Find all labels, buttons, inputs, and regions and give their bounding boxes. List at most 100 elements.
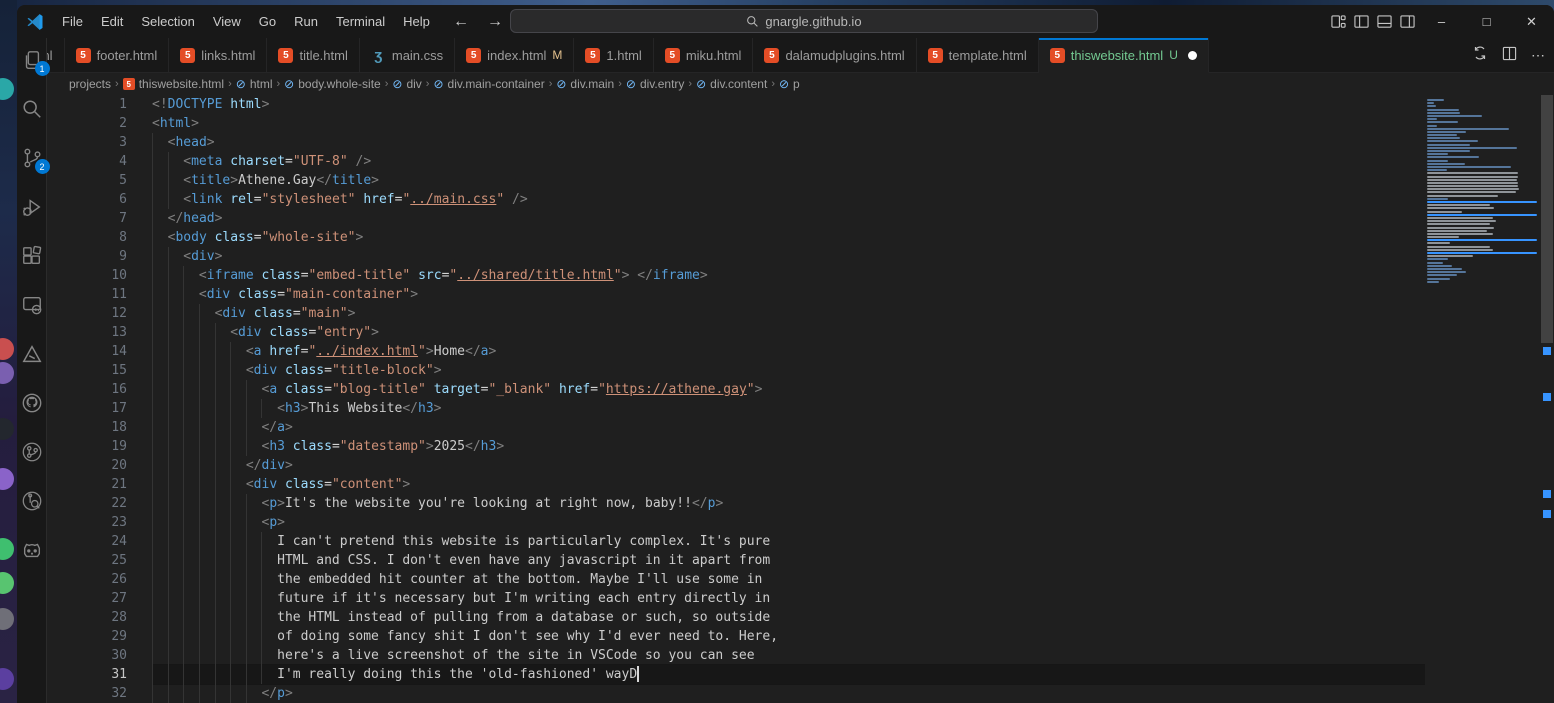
code-line-11[interactable]: <div class="main-container"> <box>152 285 1425 304</box>
line-number[interactable]: 17 <box>47 399 127 418</box>
tab-main.css[interactable]: ʒmain.css <box>360 38 455 72</box>
toggle-sidebar-icon[interactable] <box>1350 5 1373 38</box>
code-line-1[interactable]: <!DOCTYPE html> <box>152 95 1425 114</box>
unsaved-dot-icon[interactable] <box>1188 51 1197 60</box>
menu-terminal[interactable]: Terminal <box>327 5 394 38</box>
code-line-31[interactable]: I'm really doing this the 'old-fashioned… <box>152 665 1425 684</box>
line-number[interactable]: 12 <box>47 304 127 323</box>
toggle-panel-icon[interactable] <box>1373 5 1396 38</box>
code-line-3[interactable]: <head> <box>152 133 1425 152</box>
code-line-12[interactable]: <div class="main"> <box>152 304 1425 323</box>
breadcrumb-item-p[interactable]: ⊘p <box>779 77 800 91</box>
godot-icon[interactable] <box>20 538 44 562</box>
line-number[interactable]: 11 <box>47 285 127 304</box>
line-number[interactable]: 18 <box>47 418 127 437</box>
line-number[interactable]: 8 <box>47 228 127 247</box>
breadcrumb-item-div.main[interactable]: ⊘div.main <box>556 77 614 91</box>
line-number[interactable]: 9 <box>47 247 127 266</box>
tab-dalamudplugins.html[interactable]: 5dalamudplugins.html <box>753 38 916 72</box>
line-number[interactable]: 26 <box>47 570 127 589</box>
breadcrumb-item-thiswebsite.html[interactable]: 5thiswebsite.html <box>123 77 224 91</box>
line-number[interactable]: 22 <box>47 494 127 513</box>
line-number[interactable]: 2 <box>47 114 127 133</box>
line-number[interactable]: 29 <box>47 627 127 646</box>
menu-selection[interactable]: Selection <box>132 5 203 38</box>
source-control-icon[interactable]: 2 <box>20 146 44 170</box>
toggle-secondary-sidebar-icon[interactable] <box>1396 5 1419 38</box>
code-line-19[interactable]: <h3 class="datestamp">2025</h3> <box>152 437 1425 456</box>
github-icon[interactable] <box>20 391 44 415</box>
nav-back-icon[interactable]: ← <box>451 5 471 38</box>
line-number[interactable]: 21 <box>47 475 127 494</box>
code-line-10[interactable]: <iframe class="embed-title" src="../shar… <box>152 266 1425 285</box>
close-button[interactable]: ✕ <box>1509 5 1554 38</box>
tab-footer.html[interactable]: 5footer.html <box>65 38 170 72</box>
line-number[interactable]: 5 <box>47 171 127 190</box>
run-debug-icon[interactable] <box>20 195 44 219</box>
breadcrumb-item-div.entry[interactable]: ⊘div.entry <box>626 77 685 91</box>
more-actions-icon[interactable]: ⋯ <box>1531 47 1546 64</box>
code-line-4[interactable]: <meta charset="UTF-8" /> <box>152 152 1425 171</box>
line-number[interactable]: 24 <box>47 532 127 551</box>
tab-title.html[interactable]: 5title.html <box>267 38 359 72</box>
command-center[interactable]: gnargle.github.io <box>510 9 1098 33</box>
line-number[interactable]: 14 <box>47 342 127 361</box>
code-line-15[interactable]: <div class="title-block"> <box>152 361 1425 380</box>
explorer-icon[interactable]: 1 <box>20 48 44 72</box>
breadcrumb-item-div.content[interactable]: ⊘div.content <box>696 77 767 91</box>
open-changes-icon[interactable] <box>1472 45 1488 66</box>
menu-edit[interactable]: Edit <box>92 5 132 38</box>
code-line-32[interactable]: </p> <box>152 684 1425 703</box>
tab-thiswebsite.html[interactable]: 5thiswebsite.htmlU <box>1039 38 1209 73</box>
menu-help[interactable]: Help <box>394 5 439 38</box>
line-number[interactable]: 28 <box>47 608 127 627</box>
line-number[interactable]: 31 <box>47 665 127 684</box>
code-line-24[interactable]: I can't pretend this website is particul… <box>152 532 1425 551</box>
scrollbar-thumb[interactable] <box>1541 95 1553 343</box>
code-line-16[interactable]: <a class="blog-title" target="_blank" hr… <box>152 380 1425 399</box>
remote-explorer-icon[interactable] <box>20 293 44 317</box>
gitlens-icon[interactable] <box>20 489 44 513</box>
line-number[interactable]: 6 <box>47 190 127 209</box>
tab-1.html[interactable]: 51.html <box>574 38 653 72</box>
line-number[interactable]: 10 <box>47 266 127 285</box>
line-number[interactable]: 19 <box>47 437 127 456</box>
code-line-14[interactable]: <a href="../index.html">Home</a> <box>152 342 1425 361</box>
tab-links.html[interactable]: 5links.html <box>169 38 267 72</box>
split-editor-icon[interactable] <box>1502 46 1517 66</box>
code-lines[interactable]: <!DOCTYPE html><html><head><meta charset… <box>152 95 1425 703</box>
tab-index.html[interactable]: 5index.htmlM <box>455 38 574 72</box>
line-number[interactable]: 20 <box>47 456 127 475</box>
breadcrumb-item-projects[interactable]: projects <box>69 77 111 91</box>
vertical-scrollbar[interactable] <box>1540 95 1554 703</box>
code-line-2[interactable]: <html> <box>152 114 1425 133</box>
breadcrumb-item-html[interactable]: ⊘html <box>236 77 273 91</box>
line-number[interactable]: 15 <box>47 361 127 380</box>
code-line-8[interactable]: <body class="whole-site"> <box>152 228 1425 247</box>
code-line-29[interactable]: of doing some fancy shit I don't see why… <box>152 627 1425 646</box>
line-number[interactable]: 16 <box>47 380 127 399</box>
code-line-26[interactable]: the embedded hit counter at the bottom. … <box>152 570 1425 589</box>
breadcrumb-item-div.main-container[interactable]: ⊘div.main-container <box>433 77 544 91</box>
breadcrumb-item-body.whole-site[interactable]: ⊘body.whole-site <box>284 77 381 91</box>
maximize-button[interactable]: □ <box>1464 5 1509 38</box>
line-number[interactable]: 13 <box>47 323 127 342</box>
tab-template.html[interactable]: 5template.html <box>917 38 1039 72</box>
code-line-5[interactable]: <title>Athene.Gay</title> <box>152 171 1425 190</box>
line-number[interactable]: 32 <box>47 684 127 703</box>
code-line-13[interactable]: <div class="entry"> <box>152 323 1425 342</box>
extensions-icon[interactable] <box>20 244 44 268</box>
menu-run[interactable]: Run <box>285 5 327 38</box>
code-line-27[interactable]: future if it's necessary but I'm writing… <box>152 589 1425 608</box>
menu-go[interactable]: Go <box>250 5 285 38</box>
menu-file[interactable]: File <box>53 5 92 38</box>
menu-view[interactable]: View <box>204 5 250 38</box>
code-line-18[interactable]: </a> <box>152 418 1425 437</box>
line-number[interactable]: 30 <box>47 646 127 665</box>
line-number[interactable]: 23 <box>47 513 127 532</box>
code-line-6[interactable]: <link rel="stylesheet" href="../main.css… <box>152 190 1425 209</box>
minimap[interactable] <box>1427 99 1540 284</box>
code-line-21[interactable]: <div class="content"> <box>152 475 1425 494</box>
search-icon[interactable] <box>20 97 44 121</box>
minimize-button[interactable]: – <box>1419 5 1464 38</box>
